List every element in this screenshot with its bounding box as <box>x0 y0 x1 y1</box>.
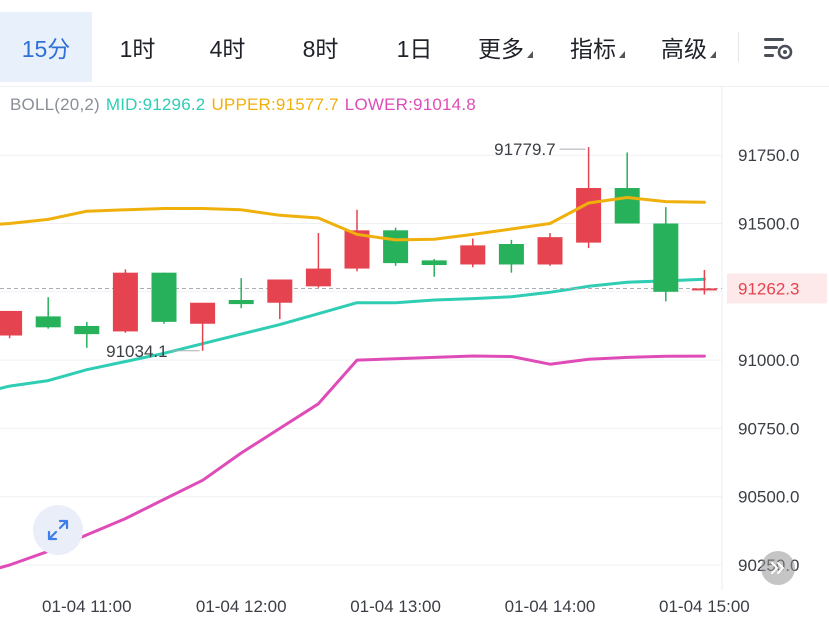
candle-body-up <box>305 268 331 287</box>
high-price-label: 91779.7 <box>494 140 555 159</box>
tab-indicators[interactable]: 指标 <box>555 12 640 82</box>
dropdown-caret-icon <box>527 50 533 58</box>
y-tick-label: 90500.0 <box>738 488 799 507</box>
expand-chart-button[interactable] <box>33 505 83 555</box>
tab-label: 15分 <box>21 36 71 62</box>
candle-body-up <box>460 245 486 265</box>
tab-1d[interactable]: 1日 <box>372 12 457 82</box>
double-chevron-right-icon <box>771 562 784 574</box>
candlestick-chart[interactable]: 90250.090500.090750.091000.091250.091500… <box>0 86 829 624</box>
tab-1h[interactable]: 1时 <box>95 12 180 82</box>
x-tick-label: 01-04 12:00 <box>196 597 287 616</box>
expand-arrows-icon <box>47 519 69 541</box>
candle-body-down <box>35 316 61 328</box>
tab-more[interactable]: 更多 <box>463 12 548 82</box>
tab-divider <box>738 32 739 62</box>
tab-label: 1日 <box>396 36 433 62</box>
tab-label: 1时 <box>119 36 156 62</box>
timeframe-tab-bar: 15分 1时 4时 8时 1日 更多 指标 高级 <box>0 0 829 87</box>
tab-8h[interactable]: 8时 <box>278 12 363 82</box>
x-tick-label: 01-04 15:00 <box>659 597 750 616</box>
y-tick-label: 91750.0 <box>738 146 799 165</box>
x-tick-label: 01-04 13:00 <box>350 597 441 616</box>
candle-body-down <box>614 187 640 224</box>
candle-body-up <box>576 187 602 243</box>
candle-body-down <box>653 223 679 292</box>
candle-body-down <box>228 299 254 305</box>
tab-label: 指标 <box>570 36 616 62</box>
y-tick-label: 91000.0 <box>738 351 799 370</box>
tab-label: 8时 <box>302 36 339 62</box>
boll-lower-line <box>0 354 706 570</box>
candle-body-down <box>151 272 177 322</box>
x-tick-label: 01-04 11:00 <box>42 597 131 616</box>
candle-body-up <box>267 279 293 303</box>
candle-body-up <box>691 288 717 291</box>
candle-body-down <box>498 243 524 265</box>
tab-label: 高级 <box>661 36 707 62</box>
tab-15m[interactable]: 15分 <box>0 12 92 82</box>
dropdown-caret-icon <box>619 50 625 58</box>
candle-body-up <box>0 310 23 336</box>
tab-label: 更多 <box>478 36 524 62</box>
tab-label: 4时 <box>209 36 246 62</box>
dropdown-caret-icon <box>710 50 716 58</box>
candle-body-down <box>74 325 100 335</box>
candle-body-up <box>190 302 216 324</box>
tab-4h[interactable]: 4时 <box>185 12 270 82</box>
x-tick-label: 01-04 14:00 <box>505 597 596 616</box>
chart-settings-button[interactable] <box>758 28 798 68</box>
candle-body-down <box>383 230 409 264</box>
candle-body-up <box>112 272 138 332</box>
y-tick-label: 91500.0 <box>738 215 799 234</box>
tab-advanced[interactable]: 高级 <box>646 12 731 82</box>
candle-body-up <box>537 237 563 265</box>
scroll-to-latest-button[interactable] <box>761 551 795 585</box>
chart-settings-icon <box>764 38 793 60</box>
y-tick-label: 90750.0 <box>738 419 799 438</box>
low-price-label: 91034.1 <box>106 342 167 361</box>
current-price-label: 91262.3 <box>738 279 799 298</box>
boll-mid-line <box>0 277 706 391</box>
candle-body-down <box>421 260 447 266</box>
